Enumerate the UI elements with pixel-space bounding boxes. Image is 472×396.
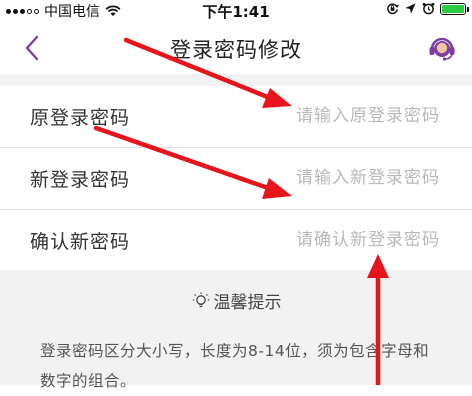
section-divider bbox=[0, 74, 472, 86]
confirm-password-label: 确认新密码 bbox=[30, 231, 131, 253]
tips-text: 登录密码区分大小写，长度为8-14位，须为包含字母和数字的组合。 bbox=[40, 342, 430, 390]
nav-bar: 登录密码修改 bbox=[0, 22, 472, 74]
status-bar: 中国电信 下午1:41 bbox=[0, 0, 472, 22]
password-form: 原登录密码 新登录密码 确认新密码 bbox=[0, 86, 472, 271]
confirm-password-input[interactable] bbox=[240, 224, 440, 256]
new-password-row: 新登录密码 bbox=[0, 148, 472, 210]
customer-service-headset-icon[interactable] bbox=[426, 32, 458, 64]
lightbulb-icon bbox=[192, 292, 209, 307]
new-password-input[interactable] bbox=[240, 162, 440, 194]
new-password-label: 新登录密码 bbox=[30, 169, 131, 191]
tips-section: 温馨提示 登录密码区分大小写，长度为8-14位，须为包含字母和数字的组合。 bbox=[0, 270, 472, 390]
old-password-input[interactable] bbox=[240, 100, 440, 132]
rotation-lock-icon bbox=[387, 3, 399, 15]
battery-icon bbox=[440, 2, 469, 15]
tips-header: 温馨提示 bbox=[0, 288, 472, 313]
status-right bbox=[386, 2, 469, 15]
confirm-password-row: 确认新密码 bbox=[0, 210, 472, 271]
page-title: 登录密码修改 bbox=[170, 38, 302, 62]
old-password-row: 原登录密码 bbox=[0, 86, 472, 148]
location-arrow-icon bbox=[405, 3, 416, 14]
alarm-icon bbox=[422, 2, 435, 15]
tips-title: 温馨提示 bbox=[213, 293, 282, 313]
old-password-label: 原登录密码 bbox=[30, 107, 131, 129]
